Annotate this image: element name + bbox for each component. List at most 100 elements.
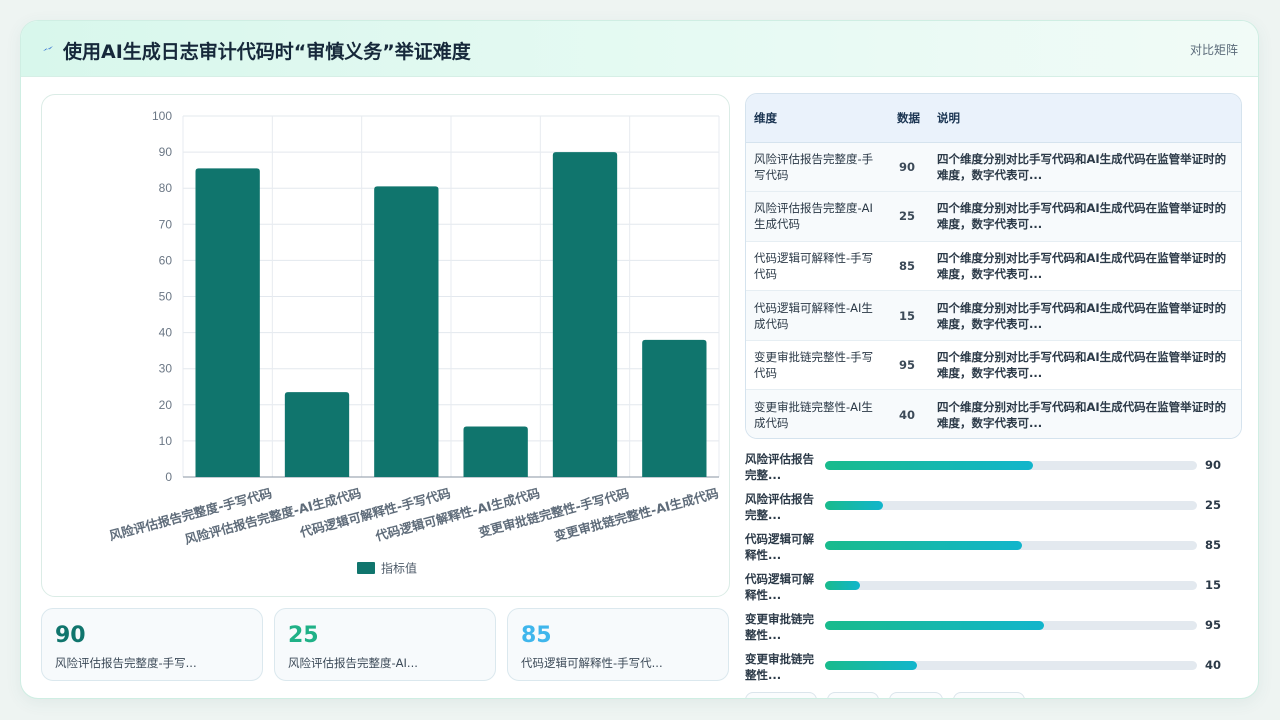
x-tick-label: 变更审批链完整性-AI生成代码 [552, 485, 720, 543]
kpi-label: 代码逻辑可解释性-手写代... [521, 656, 663, 670]
bar [642, 339, 707, 477]
y-tick-label: 40 [159, 326, 173, 340]
y-tick-label: 10 [159, 434, 173, 448]
kpi-card: 25 风险评估报告完整度-AI... [274, 608, 496, 681]
progress-track [825, 461, 1197, 470]
value-cell: 40 [891, 389, 929, 438]
dimension-cell: 代码逻辑可解释性-AI生成代码 [746, 290, 891, 341]
kpi-card: 85 代码逻辑可解释性-手写代... [507, 608, 729, 681]
value-cell: 15 [891, 290, 929, 341]
column-header-value: 数据 [891, 94, 929, 143]
y-tick-label: 70 [159, 217, 173, 231]
legend-label: 指标值 [381, 561, 417, 576]
progress-fill [825, 661, 918, 670]
progress-value: 40 [1205, 658, 1222, 672]
kpi-card: 90 风险评估报告完整度-手写... [41, 608, 263, 681]
table-row: 代码逻辑可解释性-AI生成代码 15 四个维度分别对比手写代码和AI生成代码在监… [746, 290, 1241, 341]
progress-row: 变更审批链完整性... 40 [745, 649, 1242, 685]
progress-label: 代码逻辑可解释性... [745, 572, 814, 602]
kpi-value: 85 [521, 623, 552, 648]
progress-label: 变更审批链完整性... [745, 612, 814, 642]
data-table: 维度 数据 说明 风险评估报告完整度-手写代码 90 四个维度分别对比手写代码和… [746, 94, 1241, 438]
table-row: 风险评估报告完整度-AI生成代码 25 四个维度分别对比手写代码和AI生成代码在… [746, 191, 1241, 242]
kpi-value: 90 [55, 623, 86, 648]
bar [284, 392, 350, 477]
y-tick-label: 90 [159, 145, 173, 159]
progress-track [825, 621, 1197, 630]
bar [552, 152, 618, 477]
progress-track [825, 661, 1197, 670]
legend-swatch [357, 562, 375, 574]
table-row: 变更审批链完整性-手写代码 95 四个维度分别对比手写代码和AI生成代码在监管举… [746, 340, 1241, 391]
description-cell: 四个维度分别对比手写代码和AI生成代码在监管举证时的难度，数字代表可... [929, 290, 1241, 341]
dimension-cell: 代码逻辑可解释性-手写代码 [746, 241, 891, 292]
progress-row: 风险评估报告完整... 90 [745, 449, 1242, 485]
page-title: 使用AI生成日志审计代码时“审慎义务”举证难度 [63, 41, 471, 63]
progress-value: 95 [1205, 618, 1222, 632]
y-tick-label: 0 [165, 470, 172, 484]
progress-fill [825, 541, 1023, 550]
filter-chip[interactable] [889, 692, 943, 698]
description-cell: 四个维度分别对比手写代码和AI生成代码在监管举证时的难度，数字代表可... [929, 191, 1241, 242]
progress-value: 25 [1205, 498, 1222, 512]
table-row: 代码逻辑可解释性-手写代码 85 四个维度分别对比手写代码和AI生成代码在监管举… [746, 241, 1241, 292]
bar [374, 186, 439, 477]
dashboard-card: 使用AI生成日志审计代码时“审慎义务”举证难度 对比矩阵 0 10 20 30 40 50… [20, 20, 1259, 699]
table-row: 风险评估报告完整度-手写代码 90 四个维度分别对比手写代码和AI生成代码在监管… [746, 142, 1241, 193]
y-tick-label: 100 [152, 109, 172, 123]
y-tick-label: 30 [159, 362, 173, 376]
progress-track [825, 541, 1197, 550]
progress-value: 85 [1205, 538, 1222, 552]
bar [463, 426, 528, 477]
bar [195, 168, 260, 477]
compare-matrix-link[interactable]: 对比矩阵 [1190, 41, 1238, 58]
progress-row: 变更审批链完整性... 95 [745, 609, 1242, 645]
progress-label: 代码逻辑可解释性... [745, 532, 814, 562]
y-tick-label: 20 [159, 398, 173, 412]
progress-fill [825, 581, 860, 590]
filter-chip[interactable] [953, 692, 1025, 698]
value-cell: 90 [891, 142, 929, 193]
progress-fill [825, 461, 1034, 470]
progress-value: 90 [1205, 458, 1222, 472]
progress-track [825, 501, 1197, 510]
description-cell: 四个维度分别对比手写代码和AI生成代码在监管举证时的难度，数字代表可... [929, 142, 1241, 193]
column-header-dimension: 维度 [746, 94, 891, 143]
progress-row: 代码逻辑可解释性... 85 [745, 529, 1242, 565]
dimension-cell: 变更审批链完整性-手写代码 [746, 340, 891, 391]
progress-row: 代码逻辑可解释性... 15 [745, 569, 1242, 605]
progress-label: 风险评估报告完整... [745, 492, 814, 522]
filter-chip-row [745, 692, 1242, 698]
description-cell: 四个维度分别对比手写代码和AI生成代码在监管举证时的难度，数字代表可... [929, 389, 1241, 438]
dimension-cell: 风险评估报告完整度-AI生成代码 [746, 191, 891, 242]
kpi-value: 25 [288, 623, 319, 648]
progress-label: 风险评估报告完整... [745, 452, 814, 482]
data-table-panel: 维度 数据 说明 风险评估报告完整度-手写代码 90 四个维度分别对比手写代码和… [745, 93, 1242, 439]
progress-value: 15 [1205, 578, 1222, 592]
dimension-cell: 风险评估报告完整度-手写代码 [746, 142, 891, 193]
value-cell: 25 [891, 191, 929, 242]
dimension-cell: 变更审批链完整性-AI生成代码 [746, 389, 891, 438]
filter-chip[interactable] [745, 692, 817, 698]
column-header-description: 说明 [929, 94, 1241, 143]
bar-chart: 0102030405060708090100风险评估报告完整度-手写代码风险评估… [108, 109, 721, 576]
y-tick-label: 50 [159, 290, 173, 304]
value-cell: 85 [891, 241, 929, 292]
progress-fill [825, 621, 1045, 630]
filter-chip[interactable] [827, 692, 879, 698]
kpi-label: 风险评估报告完整度-AI... [288, 656, 418, 670]
description-cell: 四个维度分别对比手写代码和AI生成代码在监管举证时的难度，数字代表可... [929, 241, 1241, 292]
y-tick-label: 80 [159, 181, 173, 195]
progress-track [825, 581, 1197, 590]
header: 使用AI生成日志审计代码时“审慎义务”举证难度 对比矩阵 [21, 21, 1258, 77]
progress-fill [825, 501, 883, 510]
progress-label: 变更审批链完整性... [745, 652, 814, 682]
value-cell: 95 [891, 340, 929, 391]
description-cell: 四个维度分别对比手写代码和AI生成代码在监管举证时的难度，数字代表可... [929, 340, 1241, 391]
bar-chart-panel: 0 10 20 30 40 50 60 70 80 90 100 风险评估报告完整度-手写代码 风险评估… [41, 94, 730, 597]
kpi-label: 风险评估报告完整度-手写... [55, 656, 197, 670]
progress-row: 风险评估报告完整... 25 [745, 489, 1242, 525]
lightning-icon [43, 46, 53, 51]
y-tick-label: 60 [159, 253, 173, 267]
table-row: 变更审批链完整性-AI生成代码 40 四个维度分别对比手写代码和AI生成代码在监… [746, 389, 1241, 438]
